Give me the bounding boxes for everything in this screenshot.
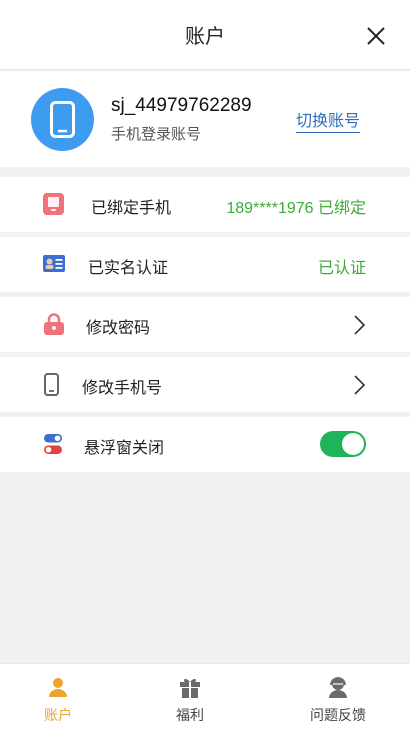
row-realname: 已实名认证 已认证 <box>0 237 410 292</box>
username: sj_44979762289 <box>111 95 252 116</box>
row-change-phone[interactable]: 修改手机号 <box>0 357 410 412</box>
tab-feedback[interactable]: 问题反馈 <box>283 664 393 730</box>
close-button[interactable] <box>362 22 390 50</box>
float-window-label: 悬浮窗关闭 <box>84 440 165 457</box>
tab-welfare[interactable]: 福利 <box>135 664 245 730</box>
lock-icon <box>43 313 65 340</box>
id-card-icon <box>43 255 65 277</box>
toggle-settings-icon <box>44 434 62 460</box>
mobile-phone-icon <box>44 373 59 401</box>
tab-label-feedback: 问题反馈 <box>310 707 366 723</box>
phone-card-icon <box>43 193 64 220</box>
change-phone-label: 修改手机号 <box>82 380 163 397</box>
realname-value: 已认证 <box>317 260 366 277</box>
switch-account-link[interactable]: 切换账号 <box>296 107 361 133</box>
login-type-label: 手机登录账号 <box>111 126 202 143</box>
toggle-knob <box>342 433 364 455</box>
float-window-toggle[interactable] <box>320 431 366 457</box>
chevron-right-icon <box>352 314 366 341</box>
avatar <box>31 88 94 151</box>
phone-bound-value: 189****1976 已绑定 <box>226 200 366 217</box>
gift-icon <box>179 676 201 703</box>
tab-account[interactable]: 账户 <box>3 664 113 730</box>
chevron-right-icon <box>352 374 366 401</box>
page-title: 账户 <box>185 26 225 48</box>
row-phone-bound: 已绑定手机 189****1976 已绑定 <box>0 177 410 232</box>
phone-icon <box>50 101 75 138</box>
bottom-tab-bar: 账户 福利 问题反馈 <box>0 663 410 730</box>
person-icon <box>47 676 69 703</box>
phone-bound-label: 已绑定手机 <box>91 200 172 217</box>
change-password-label: 修改密码 <box>86 320 151 337</box>
tab-label-welfare: 福利 <box>176 707 204 723</box>
support-agent-icon <box>327 676 349 703</box>
row-change-password[interactable]: 修改密码 <box>0 297 410 352</box>
profile-card: sj_44979762289 手机登录账号 切换账号 <box>0 71 410 167</box>
close-icon <box>367 27 385 45</box>
header: 账户 <box>0 0 410 70</box>
row-float-window: 悬浮窗关闭 <box>0 417 410 472</box>
realname-label: 已实名认证 <box>88 260 169 277</box>
tab-label-account: 账户 <box>44 707 72 723</box>
